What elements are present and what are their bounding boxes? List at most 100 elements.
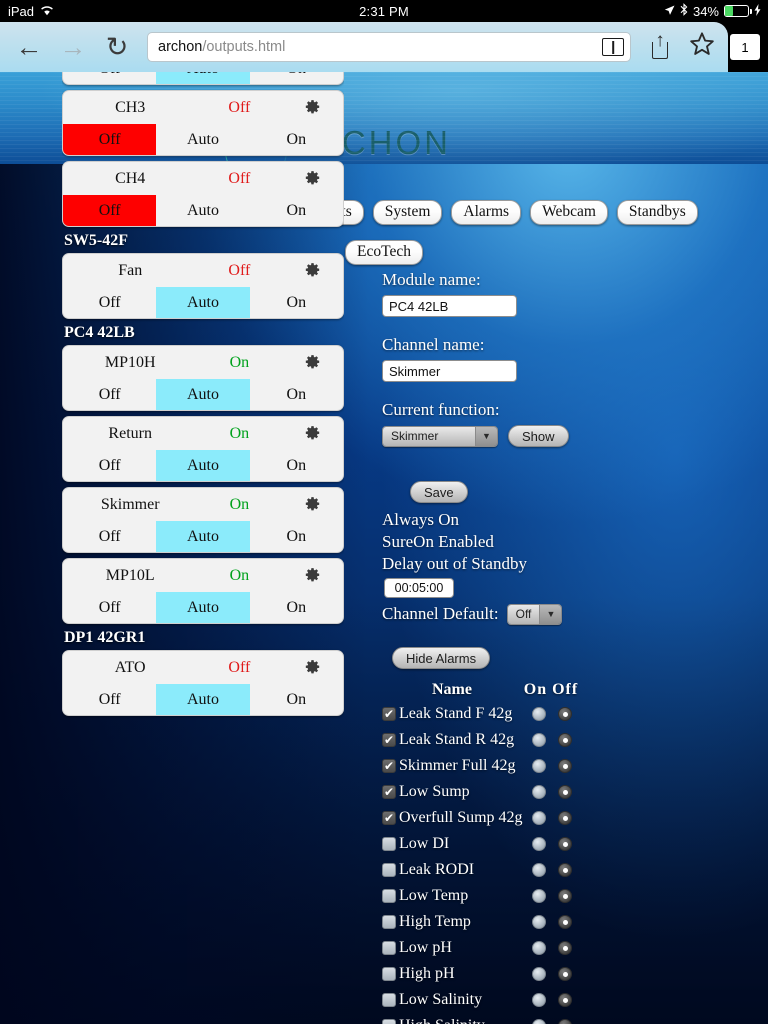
channel-mode-on[interactable]: On (250, 684, 343, 715)
alarm-on-radio[interactable] (532, 837, 546, 851)
channel-mode-auto[interactable]: Auto (156, 287, 250, 318)
channel-mode-off[interactable]: Off (63, 72, 156, 84)
bookmark-button[interactable] (682, 26, 722, 68)
channel-mode-auto[interactable]: Auto (156, 379, 250, 410)
channel-mode-off[interactable]: Off (63, 684, 156, 715)
channel-mode-auto[interactable]: Auto (156, 195, 249, 226)
channel-settings-button[interactable] (281, 170, 343, 187)
channel-settings-button[interactable] (281, 99, 343, 116)
channel-mode-auto[interactable]: Auto (156, 592, 250, 623)
channel-mode-auto[interactable]: Auto (156, 521, 250, 552)
alarm-on-radio[interactable] (532, 759, 546, 773)
alarm-on-radio[interactable] (532, 915, 546, 929)
alarm-off-radio[interactable] (558, 967, 572, 981)
alarm-enable-checkbox[interactable] (382, 967, 396, 981)
channel-name-input[interactable]: Skimmer (382, 360, 517, 382)
alarm-off-radio[interactable] (558, 889, 572, 903)
channel-mode-on[interactable]: On (250, 450, 343, 481)
alarm-on-radio[interactable] (532, 785, 546, 799)
alarm-off-radio[interactable] (558, 837, 572, 851)
channel-settings-button[interactable] (281, 496, 343, 513)
nav-item-system[interactable]: System (372, 200, 443, 225)
tab-count-badge[interactable]: 1 (730, 34, 760, 60)
reader-view-icon[interactable] (602, 38, 624, 56)
alarm-on-radio[interactable] (532, 733, 546, 747)
channel-mode-on[interactable]: On (250, 287, 343, 318)
channel-mode-off[interactable]: Off (63, 287, 156, 318)
channel-mode-auto[interactable]: Auto (156, 450, 250, 481)
share-icon (651, 30, 669, 59)
alarm-on-radio[interactable] (532, 1019, 546, 1024)
alarm-enable-checkbox[interactable] (382, 863, 396, 877)
save-button[interactable]: Save (410, 481, 468, 503)
address-bar[interactable]: archon /outputs.html (147, 32, 631, 62)
alarm-on-radio[interactable] (532, 863, 546, 877)
alarm-enable-checkbox[interactable] (382, 732, 396, 748)
back-arrow-icon[interactable]: ← (8, 26, 50, 68)
channel-mode-off[interactable]: Off (63, 124, 157, 155)
module-name-input[interactable]: PC4 42LB (382, 295, 517, 317)
alarm-on-radio[interactable] (532, 941, 546, 955)
alarm-off-radio[interactable] (558, 993, 572, 1007)
alarm-enable-checkbox[interactable] (382, 810, 396, 826)
alarm-enable-checkbox[interactable] (382, 941, 396, 955)
share-button[interactable] (640, 26, 680, 68)
channel-default-select[interactable]: Off ▼ (506, 603, 563, 625)
alarm-off-radio[interactable] (558, 785, 572, 799)
alarm-off-radio-cell (552, 863, 578, 877)
alarm-enable-checkbox[interactable] (382, 993, 396, 1007)
hide-alarms-button[interactable]: Hide Alarms (392, 647, 491, 669)
alarm-enable-checkbox[interactable] (382, 784, 396, 800)
alarm-off-radio[interactable] (558, 707, 572, 721)
nav-item-standbys[interactable]: Standbys (616, 200, 698, 225)
channel-mode-on[interactable]: On (250, 195, 343, 226)
alarm-enable-checkbox[interactable] (382, 889, 396, 903)
alarm-enable-checkbox[interactable] (382, 915, 396, 929)
show-button[interactable]: Show (508, 425, 569, 447)
alarm-off-radio[interactable] (558, 811, 572, 825)
nav-item-alarms[interactable]: Alarms (451, 200, 522, 225)
channel-mode-off[interactable]: Off (63, 450, 156, 481)
alarm-off-radio[interactable] (558, 733, 572, 747)
alarm-off-radio[interactable] (558, 863, 572, 877)
channel-mode-off[interactable]: Off (63, 195, 157, 226)
channel-mode-auto[interactable]: Auto (156, 72, 250, 84)
current-function-select[interactable]: Skimmer ▼ (382, 425, 498, 447)
alarm-on-radio[interactable] (532, 993, 546, 1007)
channel-mode-on[interactable]: On (250, 72, 343, 84)
alarm-off-radio[interactable] (558, 941, 572, 955)
channel-settings-button[interactable] (281, 567, 343, 584)
alarm-off-radio[interactable] (558, 1019, 572, 1024)
alarm-off-radio[interactable] (558, 759, 572, 773)
channel-mode-on[interactable]: On (250, 379, 343, 410)
alarm-enable-checkbox[interactable] (382, 706, 396, 722)
delay-out-of-standby-input[interactable]: 00:05:00 (384, 578, 454, 599)
alarm-off-radio[interactable] (558, 915, 572, 929)
alarm-on-radio[interactable] (532, 811, 546, 825)
channel-mode-auto[interactable]: Auto (156, 684, 250, 715)
alarm-on-radio[interactable] (532, 707, 546, 721)
alarm-off-radio-cell (552, 889, 578, 903)
alarm-row: High pH (382, 961, 712, 987)
channel-settings-button[interactable] (281, 354, 343, 371)
forward-arrow-icon[interactable]: → (52, 26, 94, 68)
channel-mode-off[interactable]: Off (63, 592, 156, 623)
alarm-on-radio[interactable] (532, 967, 546, 981)
channel-settings-button[interactable] (281, 262, 343, 279)
channel-mode-on[interactable]: On (250, 592, 343, 623)
alarm-enable-checkbox[interactable] (382, 837, 396, 851)
channel-mode-off[interactable]: Off (63, 379, 156, 410)
channel-mode-off[interactable]: Off (63, 521, 156, 552)
nav-item-ecotech[interactable]: EcoTech (345, 240, 423, 265)
channel-settings-button[interactable] (281, 659, 343, 676)
nav-item-webcam[interactable]: Webcam (530, 200, 608, 225)
alarm-on-radio[interactable] (532, 889, 546, 903)
alarm-enable-checkbox[interactable] (382, 758, 396, 774)
alarm-enable-checkbox[interactable] (382, 1019, 396, 1024)
channel-state-label: On (229, 424, 250, 442)
reload-icon[interactable]: ↻ (96, 26, 138, 68)
channel-settings-button[interactable] (281, 425, 343, 442)
channel-mode-on[interactable]: On (250, 521, 343, 552)
channel-mode-auto[interactable]: Auto (156, 124, 249, 155)
channel-mode-on[interactable]: On (250, 124, 343, 155)
